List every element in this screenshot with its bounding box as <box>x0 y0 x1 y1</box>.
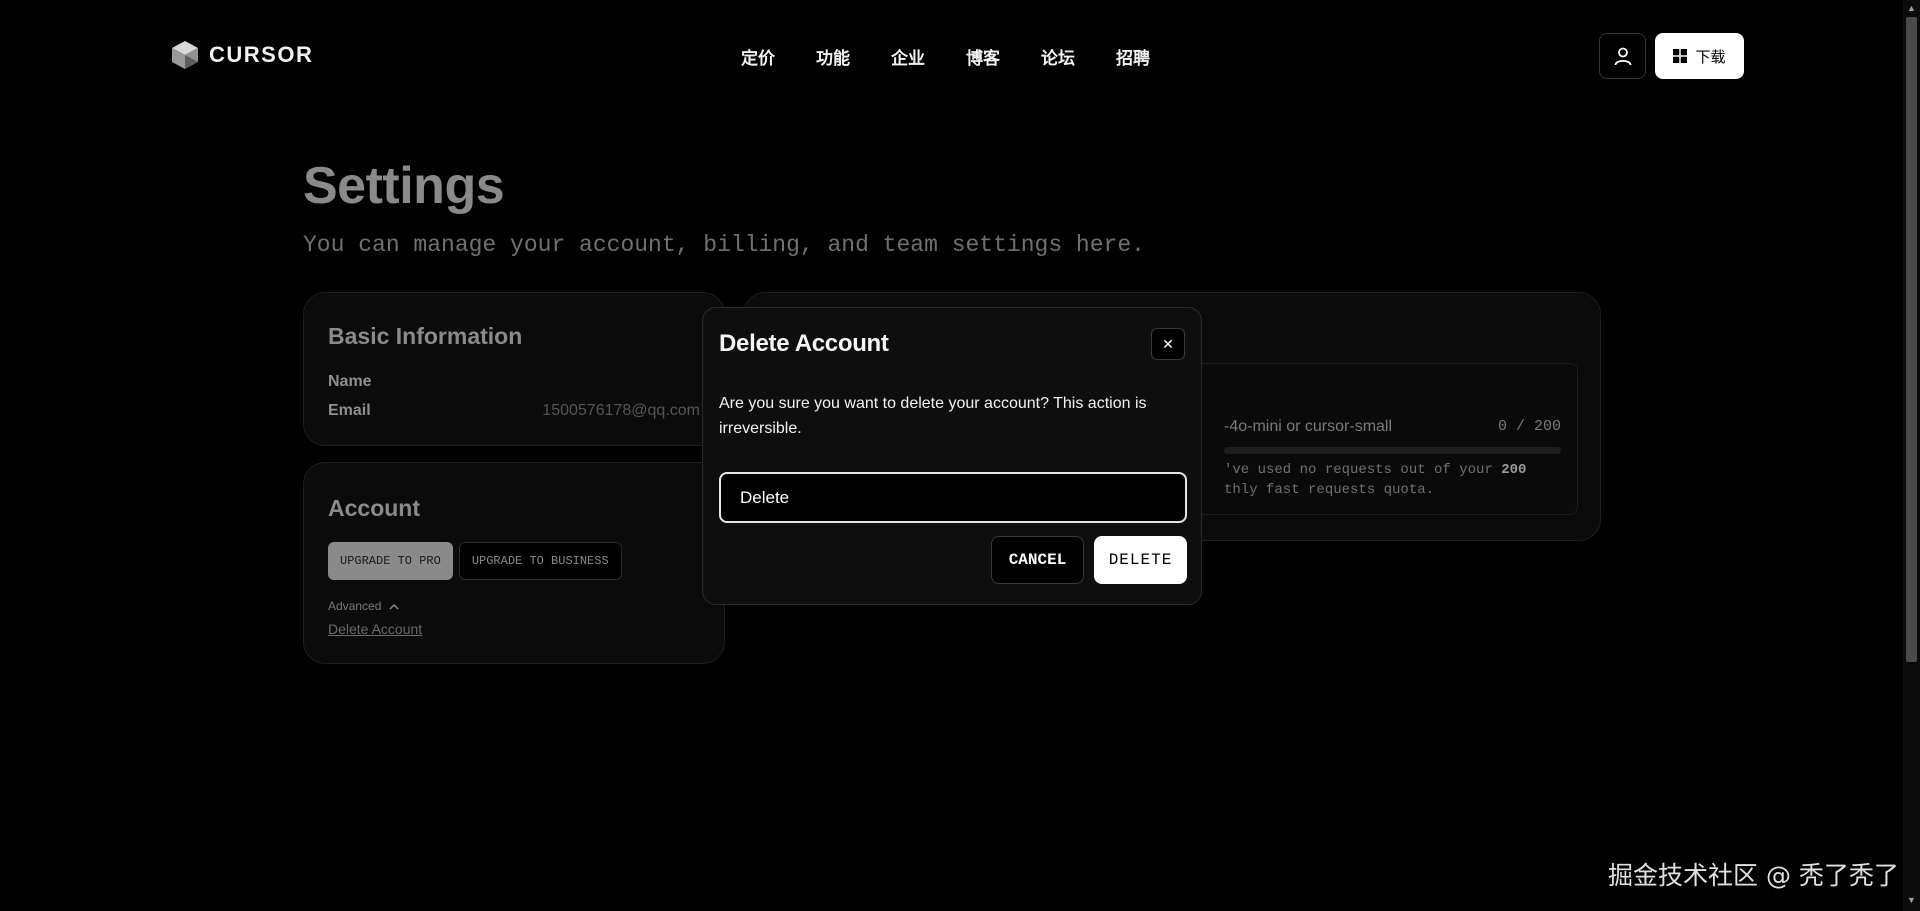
email-value: 1500576178@qq.com <box>542 402 700 419</box>
close-icon: ✕ <box>1162 335 1174 352</box>
delete-account-dialog: Delete Account ✕ Are you sure you want t… <box>702 307 1202 605</box>
download-button[interactable]: 下载 <box>1655 33 1744 79</box>
page-title: Settings <box>303 157 505 215</box>
upgrade-to-pro-button[interactable]: UPGRADE TO PRO <box>328 542 453 580</box>
confirm-delete-input[interactable] <box>719 472 1187 523</box>
basic-information-title: Basic Information <box>328 323 523 349</box>
scroll-up-arrow-icon[interactable]: ▲ <box>1907 3 1916 15</box>
watermark-text: 掘金技术社区 @ 秃了秃了 <box>1608 861 1899 890</box>
email-label: Email <box>328 402 371 419</box>
advanced-toggle[interactable]: Advanced <box>328 599 399 613</box>
advanced-label: Advanced <box>328 599 382 613</box>
usage-note-suffix: thly fast requests quota. <box>1224 482 1435 498</box>
account-card: Account UPGRADE TO PRO UPGRADE TO BUSINE… <box>303 462 725 664</box>
scrollbar-thumb[interactable] <box>1906 17 1917 662</box>
usage-note-quota: 200 <box>1501 462 1527 478</box>
name-row: Name <box>328 373 700 391</box>
upgrade-buttons: UPGRADE TO PRO UPGRADE TO BUSINESS <box>328 542 622 580</box>
upgrade-to-business-button[interactable]: UPGRADE TO BUSINESS <box>458 542 622 580</box>
cube-logo-icon <box>172 41 198 69</box>
top-header: CURSOR 定价 功能 企业 博客 论坛 招聘 下载 <box>0 0 1920 112</box>
logo-text: CURSOR <box>209 42 314 67</box>
nav-forum[interactable]: 论坛 <box>1041 44 1075 69</box>
cursor-logo[interactable]: CURSOR <box>171 40 313 70</box>
usage-progress-bar <box>1224 447 1561 454</box>
page-subtitle: You can manage your account, billing, an… <box>303 232 1145 258</box>
email-row: Email 1500576178@qq.com <box>328 402 700 420</box>
basic-information-card: Basic Information Name Email 1500576178@… <box>303 292 725 446</box>
nav-pricing[interactable]: 定价 <box>741 44 775 69</box>
cancel-button[interactable]: CANCEL <box>991 536 1084 584</box>
nav-enterprise[interactable]: 企业 <box>891 44 925 69</box>
dialog-message: Are you sure you want to delete your acc… <box>719 395 1147 437</box>
windows-icon <box>1673 49 1688 63</box>
usage-count: 0 / 200 <box>1497 418 1561 435</box>
vertical-scrollbar[interactable]: ▲ ▼ <box>1903 0 1920 911</box>
delete-button[interactable]: DELETE <box>1094 536 1187 584</box>
usage-model-label: -4o-mini or cursor-small <box>1224 418 1393 435</box>
nav-features[interactable]: 功能 <box>816 44 850 69</box>
name-label: Name <box>328 373 372 390</box>
usage-note: 've used no requests out of your 200 thl… <box>1224 460 1564 500</box>
usage-note-prefix: 've used no requests out of your <box>1224 462 1502 478</box>
download-label: 下载 <box>1695 47 1726 66</box>
dialog-title: Delete Account <box>719 330 889 357</box>
account-title: Account <box>328 495 420 521</box>
account-button[interactable] <box>1599 33 1646 79</box>
chevron-up-icon <box>389 603 399 610</box>
close-dialog-button[interactable]: ✕ <box>1151 328 1185 360</box>
main-nav: 定价 功能 企业 博客 论坛 招聘 <box>741 44 1150 69</box>
nav-careers[interactable]: 招聘 <box>1116 44 1150 69</box>
delete-account-link[interactable]: Delete Account <box>328 621 422 637</box>
user-icon <box>1614 47 1631 66</box>
scroll-down-arrow-icon[interactable]: ▼ <box>1907 895 1916 907</box>
nav-blog[interactable]: 博客 <box>966 44 1000 69</box>
